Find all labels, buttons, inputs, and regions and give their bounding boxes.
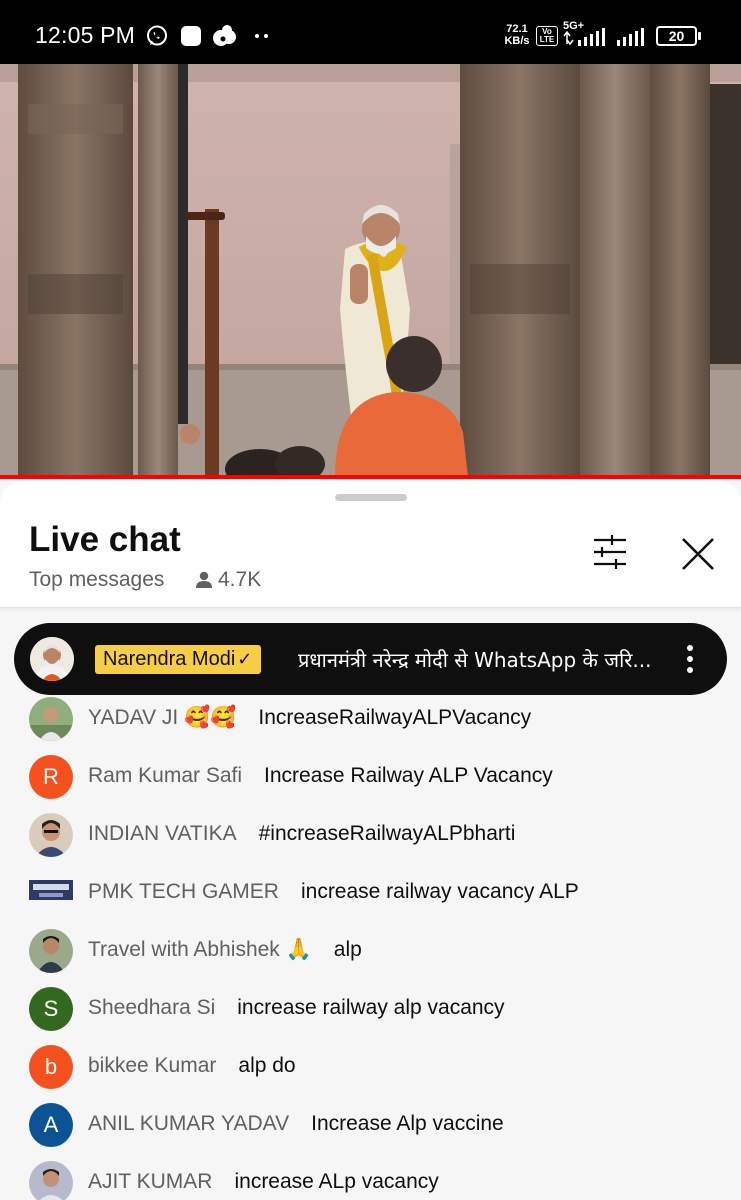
- message-text: alp: [333, 938, 362, 961]
- network-speed: 72.1 KB/s: [502, 23, 532, 47]
- pinned-avatar: [30, 637, 74, 681]
- message-line: Sheedhara Si increase railway alp vacancy: [88, 994, 505, 1022]
- more-dots-icon: [255, 34, 268, 38]
- message-line: Ram Kumar Safi Increase Railway ALP Vacan…: [88, 762, 553, 790]
- chat-header: Live chat Top messages 4.7K: [0, 480, 741, 608]
- avatar-photo: [29, 697, 73, 741]
- message-text: IncreaseRailwayALPVacancy: [258, 706, 532, 729]
- chat-mode-selector[interactable]: Top messages: [29, 568, 164, 592]
- avatar[interactable]: [29, 871, 73, 915]
- signal-2-icon: [617, 28, 644, 46]
- pinned-author-badge: Narendra Modi ✓: [95, 645, 262, 674]
- avatar-photo: [29, 929, 73, 973]
- message-line: PMK TECH GAMER increase railway vacancy A…: [88, 878, 579, 906]
- avatar[interactable]: b: [29, 1045, 73, 1089]
- chat-title: Live chat: [29, 520, 181, 559]
- close-icon[interactable]: [676, 532, 720, 576]
- cloud-icon: [213, 25, 236, 46]
- message-line: bikkee Kumar alp do: [88, 1052, 296, 1080]
- app-icon: [181, 26, 201, 46]
- message-author: YADAV JI 🥰🥰: [88, 706, 237, 729]
- chat-message[interactable]: R Ram Kumar Safi Increase Railway ALP Vac…: [0, 750, 741, 808]
- network-speed-value: 72.1: [506, 23, 528, 35]
- avatar[interactable]: [29, 929, 73, 973]
- video-player[interactable]: [0, 64, 741, 477]
- message-author: ANIL KUMAR YADAV: [88, 1112, 290, 1135]
- pinned-text: प्रधानमंत्री नरेन्द्र मोदी से WhatsApp क…: [298, 648, 652, 672]
- chat-message[interactable]: INDIAN VATIKA #increaseRailwayALPbharti: [0, 808, 741, 866]
- viewer-icon: [196, 571, 212, 588]
- viewer-count: 4.7K: [218, 568, 262, 591]
- avatar[interactable]: R: [29, 755, 73, 799]
- signal-icon: [563, 28, 605, 46]
- pinned-message[interactable]: Narendra Modi ✓ प्रधानमंत्री नरेन्द्र मोद…: [14, 623, 727, 695]
- verified-check-icon: ✓: [237, 649, 253, 669]
- message-author: AJIT KUMAR: [88, 1170, 213, 1193]
- network-speed-unit: KB/s: [504, 35, 530, 47]
- volte-badge: Vo LTE: [536, 26, 558, 46]
- chat-message[interactable]: YADAV JI 🥰🥰 IncreaseRailwayALPVacancy: [0, 692, 741, 750]
- message-author: INDIAN VATIKA: [88, 822, 237, 845]
- avatar[interactable]: [29, 813, 73, 857]
- avatar[interactable]: [29, 1161, 73, 1200]
- chat-message[interactable]: PMK TECH GAMER increase railway vacancy A…: [0, 866, 741, 924]
- avatar-photo: [29, 1161, 73, 1200]
- message-text: increase ALp vacancy: [234, 1170, 439, 1193]
- avatar[interactable]: A: [29, 1103, 73, 1147]
- pinned-author: Narendra Modi: [103, 648, 236, 670]
- message-author: Travel with Abhishek 🙏: [88, 938, 312, 961]
- live-chat-panel: Live chat Top messages 4.7K Narendra Mod…: [0, 480, 741, 1200]
- chat-message[interactable]: AJIT KUMAR increase ALp vacancy: [0, 1156, 741, 1200]
- message-author: Sheedhara Si: [88, 996, 216, 1019]
- message-line: Travel with Abhishek 🙏 alp: [88, 936, 362, 964]
- message-text: increase railway vacancy ALP: [300, 880, 579, 903]
- avatar[interactable]: S: [29, 987, 73, 1031]
- chat-message[interactable]: Travel with Abhishek 🙏 alp: [0, 924, 741, 982]
- message-line: YADAV JI 🥰🥰 IncreaseRailwayALPVacancy: [88, 704, 531, 732]
- message-line: INDIAN VATIKA #increaseRailwayALPbharti: [88, 820, 515, 848]
- status-time: 12:05 PM: [35, 22, 136, 48]
- video-progress-bar[interactable]: [0, 475, 741, 479]
- chat-message[interactable]: A ANIL KUMAR YADAV Increase Alp vaccine: [0, 1098, 741, 1156]
- whatsapp-icon: [147, 25, 167, 46]
- pinned-avatar-photo: [30, 637, 74, 681]
- filter-icon[interactable]: [588, 532, 632, 572]
- message-author: bikkee Kumar: [88, 1054, 217, 1077]
- chat-message[interactable]: b bikkee Kumar alp do: [0, 1040, 741, 1098]
- avatar-photo: [29, 871, 73, 915]
- drag-handle[interactable]: [335, 494, 407, 501]
- chat-message[interactable]: S Sheedhara Si increase railway alp vacan…: [0, 982, 741, 1040]
- message-text: Increase Alp vaccine: [311, 1112, 504, 1135]
- message-text: Increase Railway ALP Vacancy: [264, 764, 553, 787]
- message-text: increase railway alp vacancy: [237, 996, 505, 1019]
- battery-icon: 20: [656, 26, 697, 46]
- avatar-photo: [29, 813, 73, 857]
- video-frame: [0, 64, 741, 477]
- battery-tip: [698, 32, 701, 40]
- message-line: AJIT KUMAR increase ALp vacancy: [88, 1168, 439, 1196]
- avatar[interactable]: [29, 697, 73, 741]
- status-bar: 12:05 PM 72.1 KB/s Vo LTE 5G+ 20: [0, 0, 741, 64]
- message-text: alp do: [238, 1054, 296, 1077]
- message-line: ANIL KUMAR YADAV Increase Alp vaccine: [88, 1110, 504, 1138]
- more-vert-icon[interactable]: [684, 643, 696, 675]
- message-author: Ram Kumar Safi: [88, 764, 243, 787]
- message-text: #increaseRailwayALPbharti: [258, 822, 516, 845]
- message-author: PMK TECH GAMER: [88, 880, 279, 903]
